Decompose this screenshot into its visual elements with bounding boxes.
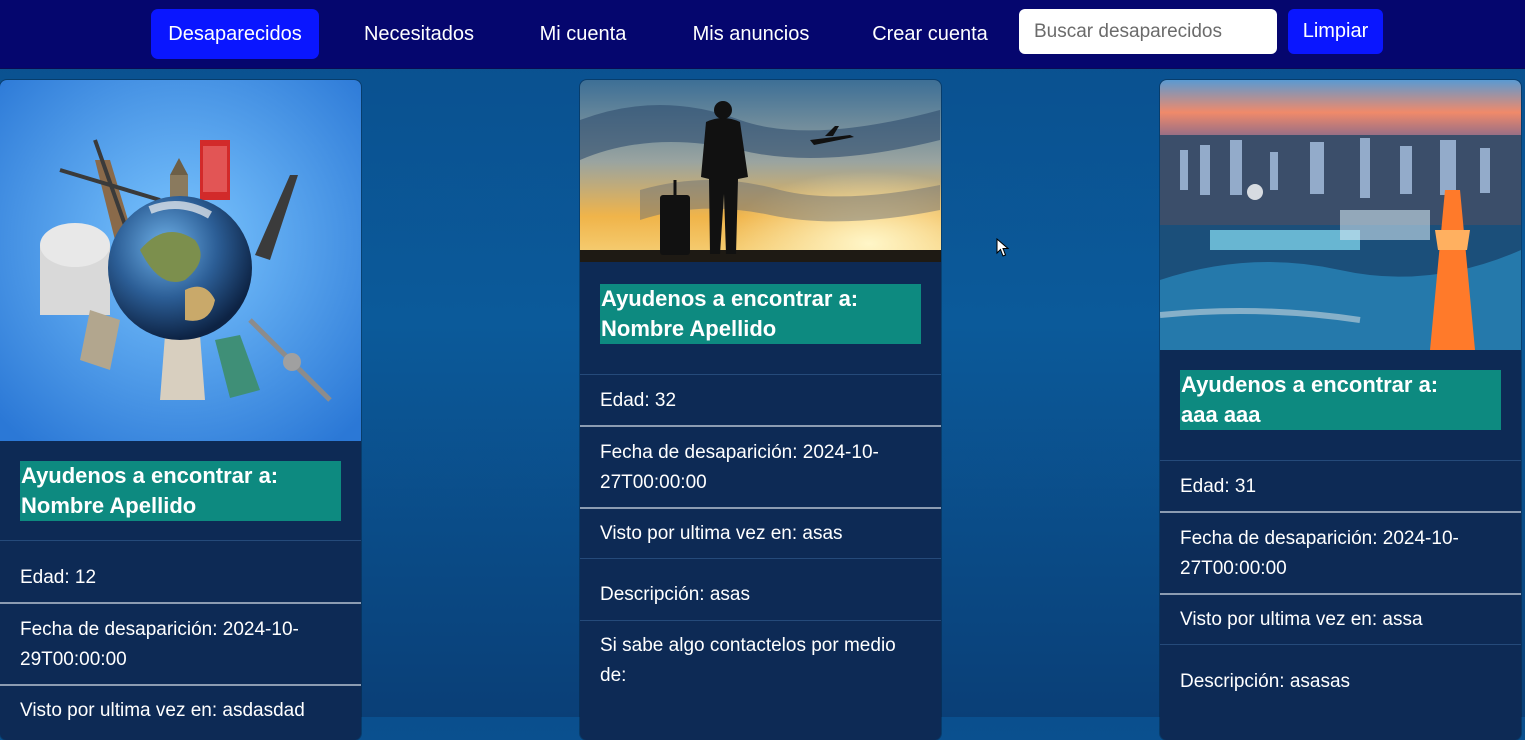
- divider: [0, 540, 361, 541]
- age-text: Edad: 12: [20, 567, 97, 588]
- person-name: Nombre Apellido: [601, 316, 777, 341]
- divider: [0, 684, 361, 686]
- person-card[interactable]: Ayudenos a encontrar a: Nombre Apellido …: [580, 80, 941, 740]
- nav-necesitados[interactable]: Necesitados: [346, 9, 492, 59]
- traveler-sunset-image: [580, 80, 941, 262]
- nav-mis-anuncios[interactable]: Mis anuncios: [674, 9, 828, 59]
- date-text-line1: Fecha de desaparición: 2024-10-: [1180, 528, 1459, 549]
- age-text: Edad: 32: [600, 390, 677, 411]
- nav-desaparecidos[interactable]: Desaparecidos: [151, 9, 319, 59]
- card-image: [580, 80, 941, 262]
- search-input[interactable]: [1019, 9, 1277, 54]
- date-text-line1: Fecha de desaparición: 2024-10-: [20, 619, 299, 640]
- card-title-line: Ayudenos a encontrar a:: [1181, 372, 1439, 397]
- divider: [1160, 460, 1521, 461]
- description-text: Descripción: asas: [600, 584, 750, 605]
- card-title: Ayudenos a encontrar a: Nombre Apellido: [20, 461, 341, 521]
- city-night-image: [1160, 80, 1521, 350]
- divider: [580, 620, 941, 621]
- nav-mi-cuenta[interactable]: Mi cuenta: [520, 9, 646, 59]
- contact-text-line2: de:: [600, 665, 627, 686]
- age-text: Edad: 31: [1180, 476, 1257, 497]
- divider: [580, 425, 941, 427]
- contact-text-line1: Si sabe algo contactelos por medio: [600, 635, 896, 656]
- nav-crear-cuenta[interactable]: Crear cuenta: [856, 9, 1004, 59]
- card-title: Ayudenos a encontrar a: Nombre Apellido: [600, 284, 921, 344]
- card-title-line: Ayudenos a encontrar a:: [601, 286, 859, 311]
- date-text-line2: 27T00:00:00: [600, 472, 707, 493]
- person-card[interactable]: Ayudenos a encontrar a: Nombre Apellido …: [0, 80, 361, 740]
- person-name: aaa aaa: [1181, 402, 1261, 427]
- world-landmarks-image: [0, 80, 361, 441]
- last-seen-text: Visto por ultima vez en: asdasdad: [20, 700, 305, 721]
- last-seen-text: Visto por ultima vez en: assa: [1180, 609, 1423, 630]
- divider: [580, 507, 941, 509]
- divider: [0, 602, 361, 604]
- card-title: Ayudenos a encontrar a: aaa aaa: [1180, 370, 1501, 430]
- divider: [1160, 511, 1521, 513]
- date-text-line2: 27T00:00:00: [1180, 558, 1287, 579]
- person-card[interactable]: Ayudenos a encontrar a: aaa aaa Edad: 31…: [1160, 80, 1521, 740]
- divider: [580, 558, 941, 559]
- date-text-line1: Fecha de desaparición: 2024-10-: [600, 442, 879, 463]
- clear-button[interactable]: Limpiar: [1288, 9, 1383, 54]
- card-title-line: Ayudenos a encontrar a:: [21, 463, 279, 488]
- divider: [1160, 644, 1521, 645]
- person-name: Nombre Apellido: [21, 493, 197, 518]
- card-image: [0, 80, 361, 441]
- divider: [580, 374, 941, 375]
- date-text-line2: 29T00:00:00: [20, 649, 127, 670]
- last-seen-text: Visto por ultima vez en: asas: [600, 523, 843, 544]
- card-image: [1160, 80, 1521, 350]
- mouse-cursor-icon: [996, 238, 1010, 257]
- divider: [1160, 593, 1521, 595]
- top-navbar: Desaparecidos Necesitados Mi cuenta Mis …: [0, 0, 1525, 69]
- description-text: Descripción: asasas: [1180, 671, 1351, 692]
